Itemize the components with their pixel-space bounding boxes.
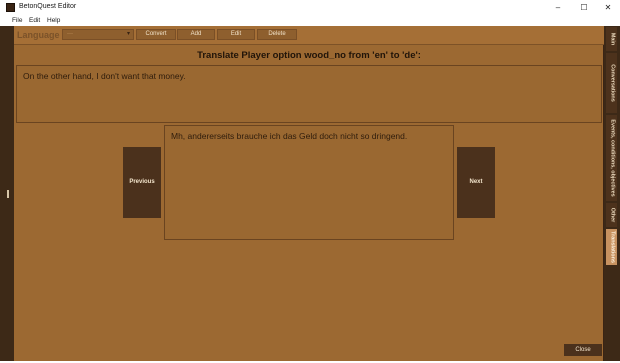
tab-events-conditions-objectives[interactable]: Events, conditions, objectives (606, 115, 617, 201)
menu-help[interactable]: Help (47, 16, 60, 25)
tab-conversations[interactable]: Conversations (606, 53, 617, 113)
translation-text-field[interactable]: Mh, andererseits brauche ich das Geld do… (164, 125, 454, 240)
edit-button[interactable]: Edit (217, 29, 255, 40)
close-window-button[interactable]: ✕ (596, 0, 620, 15)
menu-file[interactable]: File (12, 16, 22, 25)
close-button[interactable]: Close (564, 344, 602, 356)
convert-button[interactable]: Convert (136, 29, 176, 40)
add-button[interactable]: Add (177, 29, 215, 40)
tab-translations[interactable]: Translations (606, 229, 617, 265)
divider-handle-icon[interactable] (7, 190, 9, 198)
side-tab-bar: Main Conversations Events, conditions, o… (604, 26, 620, 361)
toolbar: Language --- ▾ Convert Add Edit Delete (14, 26, 604, 45)
next-button[interactable]: Next (457, 147, 495, 218)
title-bar: BetonQuest Editor – ☐ ✕ (0, 0, 620, 15)
left-collapse-strip[interactable] (0, 26, 14, 361)
app-icon (6, 3, 15, 12)
main-panel: Language --- ▾ Convert Add Edit Delete T… (14, 26, 604, 361)
delete-button[interactable]: Delete (257, 29, 297, 40)
window-title: BetonQuest Editor (19, 3, 77, 10)
page-title: Translate Player option wood_no from 'en… (197, 50, 421, 61)
language-select-value: --- (67, 31, 73, 37)
language-select[interactable]: --- ▾ (62, 29, 134, 40)
language-label: Language (17, 30, 60, 40)
maximize-button[interactable]: ☐ (572, 0, 596, 15)
previous-button[interactable]: Previous (123, 147, 161, 218)
tab-other[interactable]: Other (606, 203, 617, 227)
menu-bar: File Edit Help (0, 15, 620, 26)
minimize-button[interactable]: – (546, 0, 570, 15)
chevron-down-icon: ▾ (126, 31, 130, 37)
app-body: Language --- ▾ Convert Add Edit Delete T… (0, 26, 620, 361)
source-text-field: On the other hand, I don't want that mon… (16, 65, 602, 123)
menu-edit[interactable]: Edit (29, 16, 40, 25)
tab-main[interactable]: Main (606, 27, 617, 51)
